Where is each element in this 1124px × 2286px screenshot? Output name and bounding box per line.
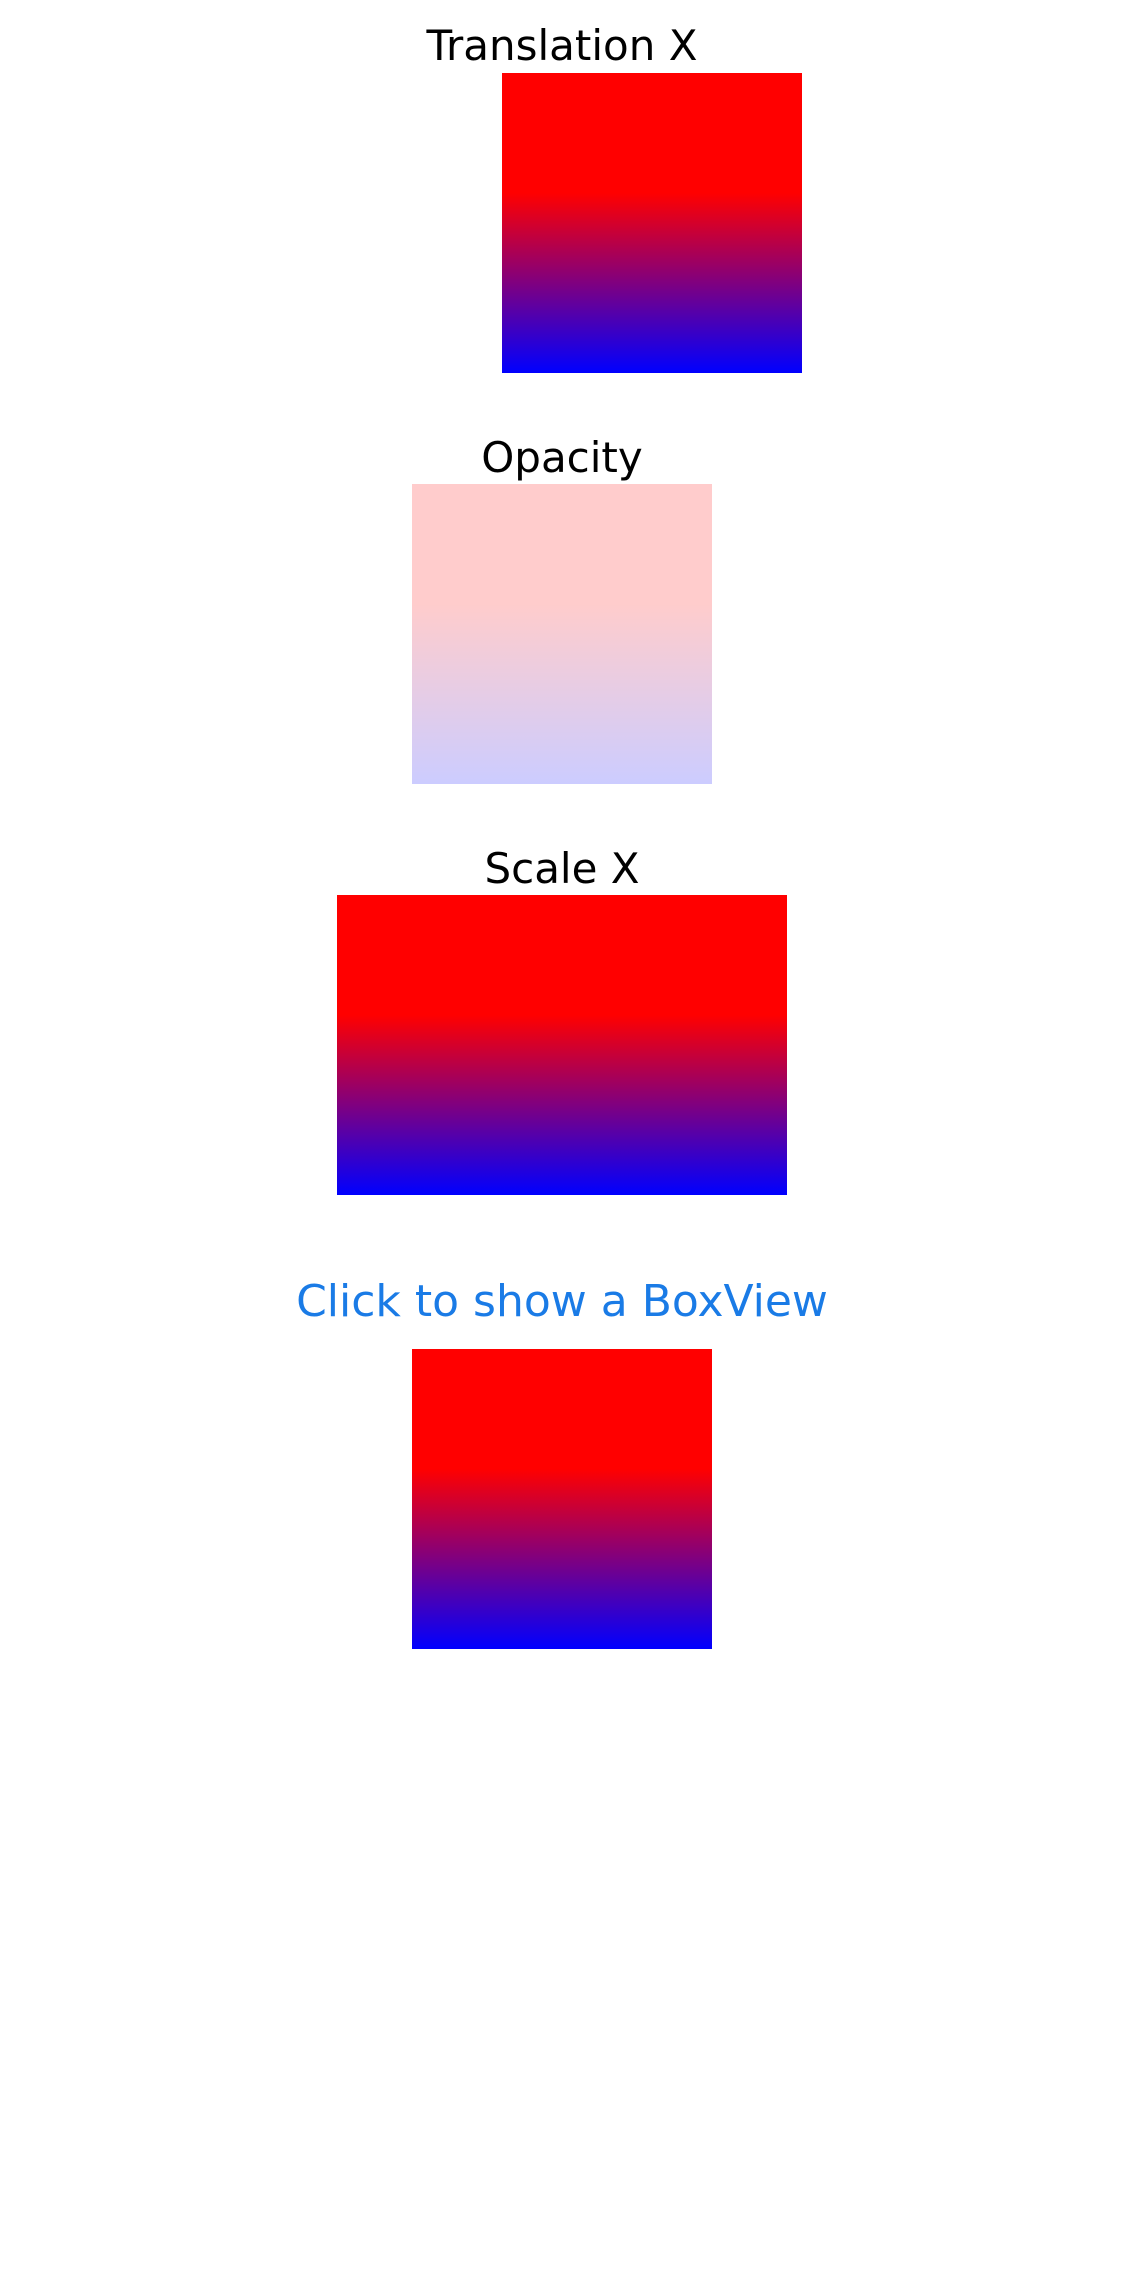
opacity-box bbox=[412, 484, 712, 784]
scale-x-box bbox=[337, 895, 787, 1195]
scale-x-label: Scale X bbox=[484, 844, 640, 893]
opacity-label: Opacity bbox=[481, 433, 643, 482]
translation-x-label: Translation X bbox=[426, 21, 698, 70]
translation-x-box bbox=[502, 73, 802, 373]
show-boxview-button[interactable]: Click to show a BoxView bbox=[0, 1276, 1124, 1328]
boxview-box bbox=[412, 1349, 712, 1649]
